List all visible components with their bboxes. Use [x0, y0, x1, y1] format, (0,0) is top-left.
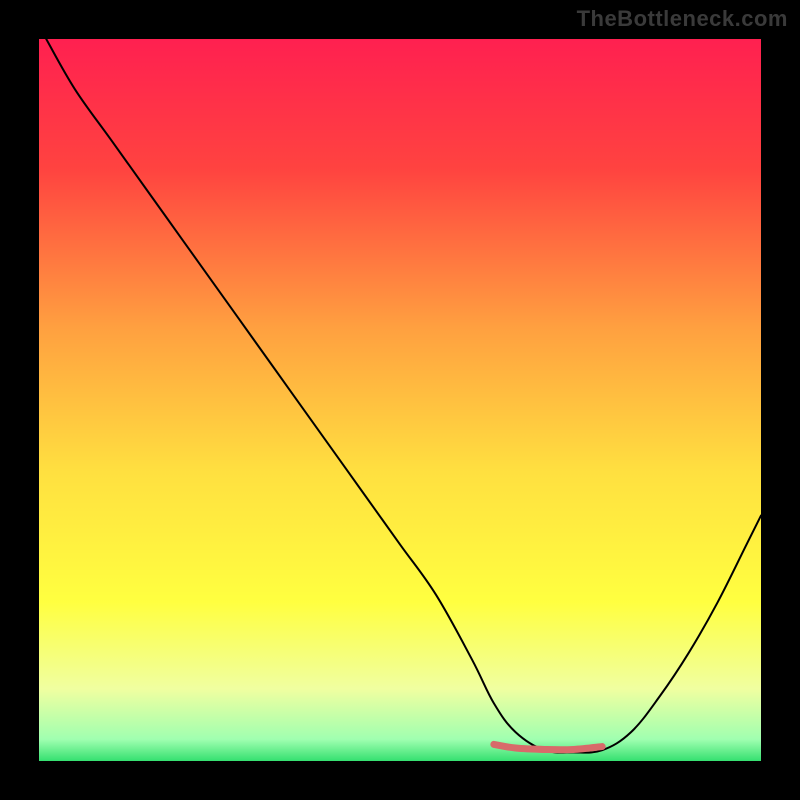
plot-area — [39, 39, 761, 761]
chart-svg — [39, 39, 761, 761]
chart-frame: TheBottleneck.com — [0, 0, 800, 800]
watermark-label: TheBottleneck.com — [577, 6, 788, 32]
gradient-background — [39, 39, 761, 761]
